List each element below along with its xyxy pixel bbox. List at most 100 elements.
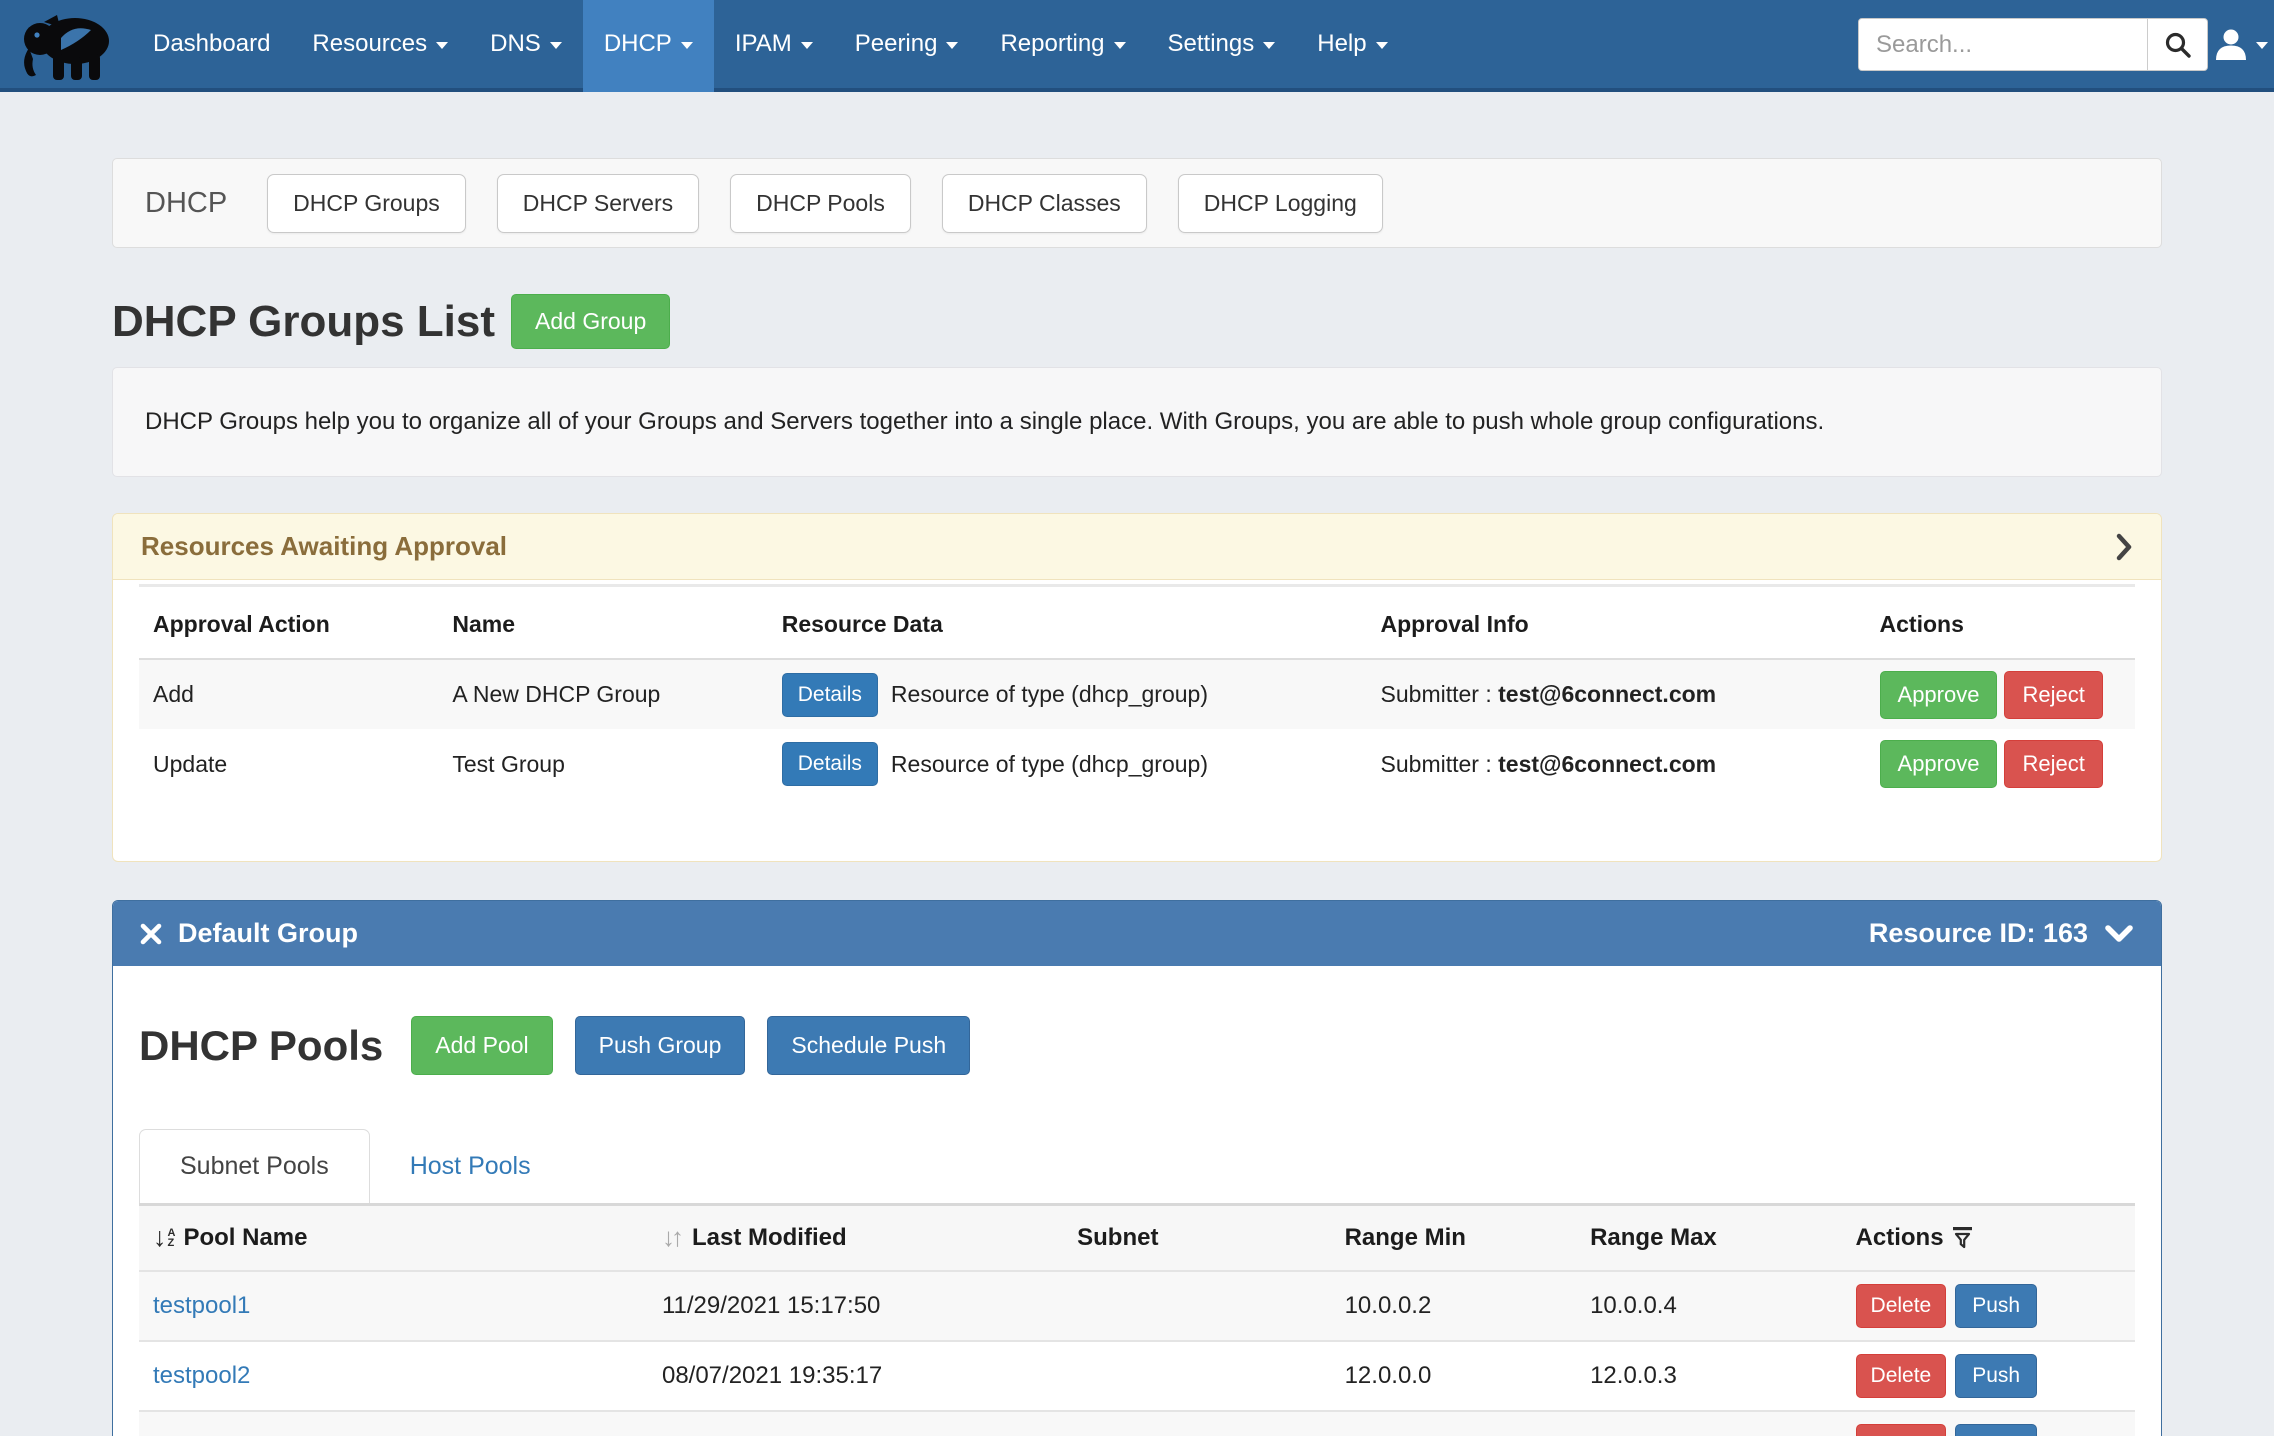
pool-name-link[interactable]: testpool2 [153,1362,250,1389]
add-group-button[interactable]: Add Group [511,294,670,349]
subnav-tab-button[interactable]: DHCP Groups [267,174,466,233]
description-box: DHCP Groups help you to organize all of … [112,367,2162,477]
group-panel-header: Default Group Resource ID: 163 [113,901,2161,966]
brand-logo[interactable] [14,0,120,92]
push-button[interactable]: Push [1955,1284,2037,1328]
approval-action-cell: Update [139,729,438,799]
nav-item[interactable]: Reporting [979,0,1146,92]
details-button[interactable]: Details [782,742,878,786]
pool-table-header-row: ↓AZ Pool Name ↓↑ Last Modified Subnet Ra… [139,1205,2135,1271]
col-subnet: Subnet [1063,1205,1330,1271]
approval-action-cell: Add [139,659,438,729]
nav-item[interactable]: DNS [469,0,583,92]
nav-item-label: DNS [490,30,541,58]
col-actions: Actions [1856,1224,1944,1252]
user-menu[interactable] [2213,28,2268,60]
pool-row: testpool1 11/29/2021 15:17:50 10.0.0.2 1… [139,1271,2135,1341]
group-panel-body: DHCP Pools Add Pool Push Group Schedule … [113,966,2161,1436]
chevron-down-icon[interactable] [2103,924,2135,944]
push-button[interactable]: Push [1955,1424,2037,1436]
approval-panel-header[interactable]: Resources Awaiting Approval [113,514,2161,580]
pool-modified-cell [648,1411,1063,1436]
approval-table-header-row: Approval Action Name Resource Data Appro… [139,586,2135,660]
submitter-email: test@6connect.com [1498,681,1716,707]
approval-row: Add A New DHCP Group Details Resource of… [139,659,2135,729]
subnav-tab-button[interactable]: DHCP Servers [497,174,699,233]
resource-type-text: Resource of type (dhcp_group) [891,681,1208,708]
pool-range-max-cell: 10.0.0.4 [1576,1271,1841,1341]
description-text: DHCP Groups help you to organize all of … [145,408,1824,435]
caret-down-icon [801,42,813,49]
nav-item[interactable]: Settings [1147,0,1297,92]
approve-button[interactable]: Approve [1880,671,1998,719]
nav-item[interactable]: Peering [834,0,980,92]
col-last-modified[interactable]: Last Modified [692,1224,847,1252]
sort-updown-icon[interactable]: ↓↑ [662,1222,680,1253]
pools-title: DHCP Pools [139,1022,383,1070]
approval-name-cell: Test Group [438,729,767,799]
nav-item-label: DHCP [604,30,672,58]
resource-type-text: Resource of type (dhcp_group) [891,751,1208,778]
subnav-tab-button[interactable]: DHCP Logging [1178,174,1383,233]
search-button[interactable] [2147,19,2207,70]
filter-icon[interactable] [1952,1226,1973,1250]
pool-name-link[interactable]: testpool1 [153,1292,250,1319]
col-resource-data: Resource Data [768,586,1367,660]
delete-button[interactable]: Delete [1856,1284,1947,1328]
delete-button[interactable]: Delete [1856,1424,1947,1436]
subnav-tab-button[interactable]: DHCP Classes [942,174,1147,233]
pool-modified-cell: 08/07/2021 19:35:17 [648,1341,1063,1411]
search-input[interactable] [1859,19,2147,70]
main-nav: Dashboard Resources DNS DHCP IPAM [132,0,1409,92]
col-pool-name[interactable]: Pool Name [183,1224,307,1252]
col-actions: Actions [1866,586,2135,660]
caret-down-icon [1114,42,1126,49]
pool-range-min-cell: 12.0.0.0 [1331,1341,1577,1411]
approval-table: Approval Action Name Resource Data Appro… [139,584,2135,799]
subnav-tab-button[interactable]: DHCP Pools [730,174,911,233]
add-pool-button[interactable]: Add Pool [411,1016,552,1075]
pool-tab-label: Subnet Pools [180,1152,329,1181]
reject-button[interactable]: Reject [2004,740,2102,788]
approval-panel-body: Approval Action Name Resource Data Appro… [113,580,2161,861]
approval-row: Update Test Group Details Resource of ty… [139,729,2135,799]
push-button[interactable]: Push [1955,1354,2037,1398]
col-approval-action: Approval Action [139,586,438,660]
caret-down-icon [681,42,693,49]
nav-item-label: Settings [1168,30,1255,58]
pool-range-min-cell: 10.0.0.2 [1331,1271,1577,1341]
chevron-right-icon[interactable] [2115,532,2133,562]
nav-item[interactable]: Resources [291,0,469,92]
schedule-push-button[interactable]: Schedule Push [767,1016,970,1075]
pool-tab[interactable]: Subnet Pools [139,1129,370,1203]
submitter-label: Submitter : [1381,751,1492,777]
nav-item[interactable]: Help [1296,0,1408,92]
col-approval-info: Approval Info [1367,586,1866,660]
mammoth-logo-icon [17,8,117,84]
approval-panel: Resources Awaiting Approval Approval Act… [112,513,2162,862]
pool-row: testpool2 08/07/2021 19:35:17 12.0.0.0 1… [139,1341,2135,1411]
pool-tab[interactable]: Host Pools [370,1129,571,1203]
sort-alpha-icon[interactable]: ↓AZ [153,1224,175,1251]
nav-item-label: Reporting [1000,30,1104,58]
nav-item[interactable]: Dashboard [132,0,291,92]
col-range-max: Range Max [1576,1205,1841,1271]
nav-item[interactable]: IPAM [714,0,834,92]
caret-down-icon [1263,42,1275,49]
close-icon[interactable] [139,922,163,946]
caret-down-icon [550,42,562,49]
search-icon [2164,31,2192,59]
approve-button[interactable]: Approve [1880,740,1998,788]
nav-item[interactable]: DHCP [583,0,714,92]
nav-item-label: Dashboard [153,30,270,58]
pool-modified-cell: 11/29/2021 15:17:50 [648,1271,1063,1341]
push-group-button[interactable]: Push Group [575,1016,746,1075]
delete-button[interactable]: Delete [1856,1354,1947,1398]
caret-down-icon [1376,42,1388,49]
nav-item-label: Peering [855,30,938,58]
reject-button[interactable]: Reject [2004,671,2102,719]
subnav-label: DHCP [145,187,227,220]
details-button[interactable]: Details [782,673,878,717]
pool-tabs: Subnet Pools Host Pools [139,1129,2135,1203]
caret-down-icon [946,42,958,49]
